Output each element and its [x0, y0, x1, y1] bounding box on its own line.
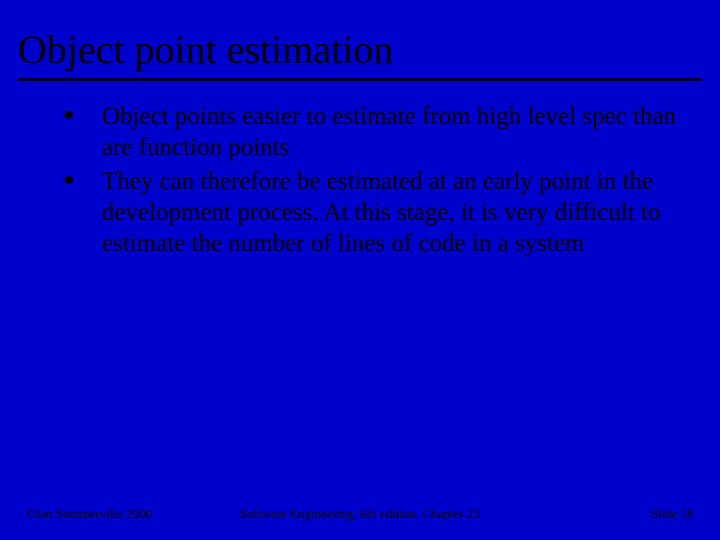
bullet-icon	[65, 176, 73, 184]
footer-center: Software Engineering, 6th edition. Chapt…	[240, 506, 480, 522]
list-item: Object points easier to estimate from hi…	[60, 101, 680, 164]
footer-left: ©Ian Sommerville 2000	[26, 506, 152, 522]
bullet-text: They can therefore be estimated at an ea…	[102, 168, 660, 258]
bullet-list: Object points easier to estimate from hi…	[60, 101, 680, 259]
bullet-icon	[65, 111, 73, 119]
slide-title: Object point estimation	[18, 28, 702, 72]
list-item: They can therefore be estimated at an ea…	[60, 166, 680, 260]
footer: ©Ian Sommerville 2000 Software Engineeri…	[0, 506, 720, 522]
content-area: Object points easier to estimate from hi…	[0, 81, 720, 259]
footer-right: Slide 18	[651, 506, 694, 522]
title-area: Object point estimation	[0, 0, 720, 81]
bullet-text: Object points easier to estimate from hi…	[102, 103, 676, 161]
